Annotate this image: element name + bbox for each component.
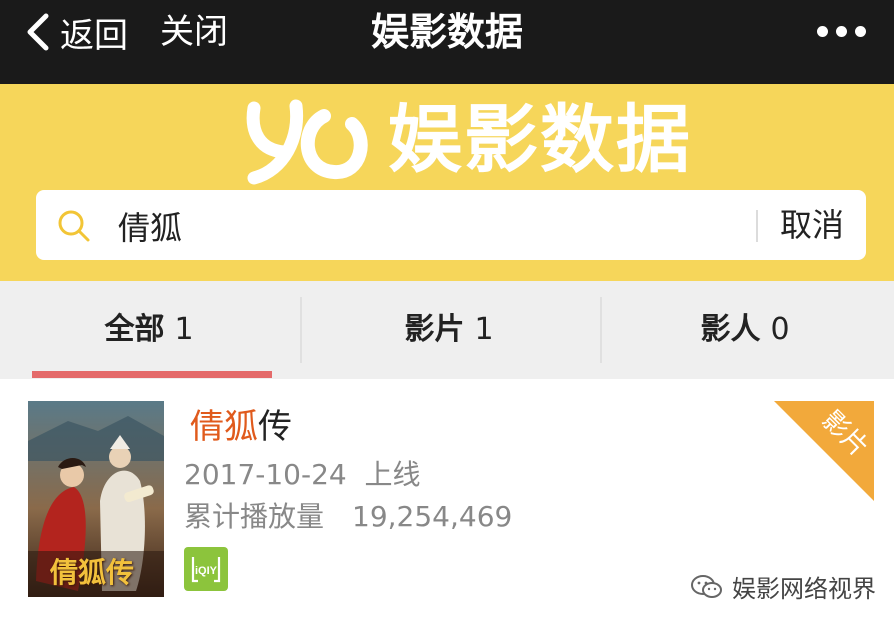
movie-poster[interactable]: 倩狐传 <box>28 401 164 597</box>
result-tabs: 全部 1 影片 1 影人 0 <box>0 281 894 379</box>
play-count: 累计播放量 19,254,469 <box>184 497 512 537</box>
tab-people[interactable]: 影人 0 <box>596 281 894 379</box>
tab-count: 1 <box>474 312 494 347</box>
more-dot-icon <box>817 26 828 37</box>
active-tab-indicator <box>32 371 272 378</box>
film-badge: 影片 <box>774 401 874 501</box>
tab-label: 影人 <box>700 312 761 347</box>
more-dot-icon <box>836 26 847 37</box>
search-icon <box>58 210 90 242</box>
search-divider <box>756 210 758 242</box>
logo-text: 娱影数据 <box>388 97 692 183</box>
platform-text: iQIY <box>195 565 218 577</box>
play-count-label: 累计播放量 <box>184 500 325 533</box>
page-title: 娱影数据 <box>370 10 523 54</box>
title-rest: 传 <box>258 407 292 447</box>
poster-title: 倩狐传 <box>50 556 135 589</box>
more-dot-icon <box>855 26 866 37</box>
movie-title[interactable]: 倩狐传 <box>190 405 292 449</box>
tab-all[interactable]: 全部 1 <box>0 281 298 379</box>
top-nav-bar: 返回 关闭 娱影数据 <box>0 0 894 84</box>
wechat-icon <box>691 574 722 598</box>
cancel-button[interactable]: 取消 <box>780 204 844 246</box>
tab-label: 影片 <box>404 312 465 347</box>
more-menu-button[interactable] <box>817 26 866 37</box>
tab-films[interactable]: 影片 1 <box>300 281 598 379</box>
search-input[interactable] <box>116 200 720 252</box>
logo-mark-icon <box>246 99 368 185</box>
tab-count: 1 <box>174 312 194 347</box>
search-bar: 取消 <box>36 190 866 260</box>
play-count-value: 19,254,469 <box>352 500 513 533</box>
tab-count: 0 <box>770 312 790 347</box>
iqiyi-logo-icon: iQIY <box>191 557 221 583</box>
tab-label: 全部 <box>104 312 165 347</box>
watermark: 娱影网络视界 <box>690 569 876 604</box>
release-suffix: 上线 <box>364 458 421 491</box>
release-info: 2017-10-24 上线 <box>184 455 421 495</box>
release-date: 2017-10-24 <box>184 458 347 491</box>
iqiyi-icon[interactable]: iQIY <box>184 547 228 591</box>
title-highlight: 倩狐 <box>190 407 258 447</box>
result-item[interactable]: 倩狐传 倩狐传 2017-10-24 上线 累计播放量 19,254,469 iQ… <box>0 379 894 626</box>
watermark-text: 娱影网络视界 <box>732 575 876 603</box>
search-header: 娱影数据 取消 <box>0 84 894 281</box>
